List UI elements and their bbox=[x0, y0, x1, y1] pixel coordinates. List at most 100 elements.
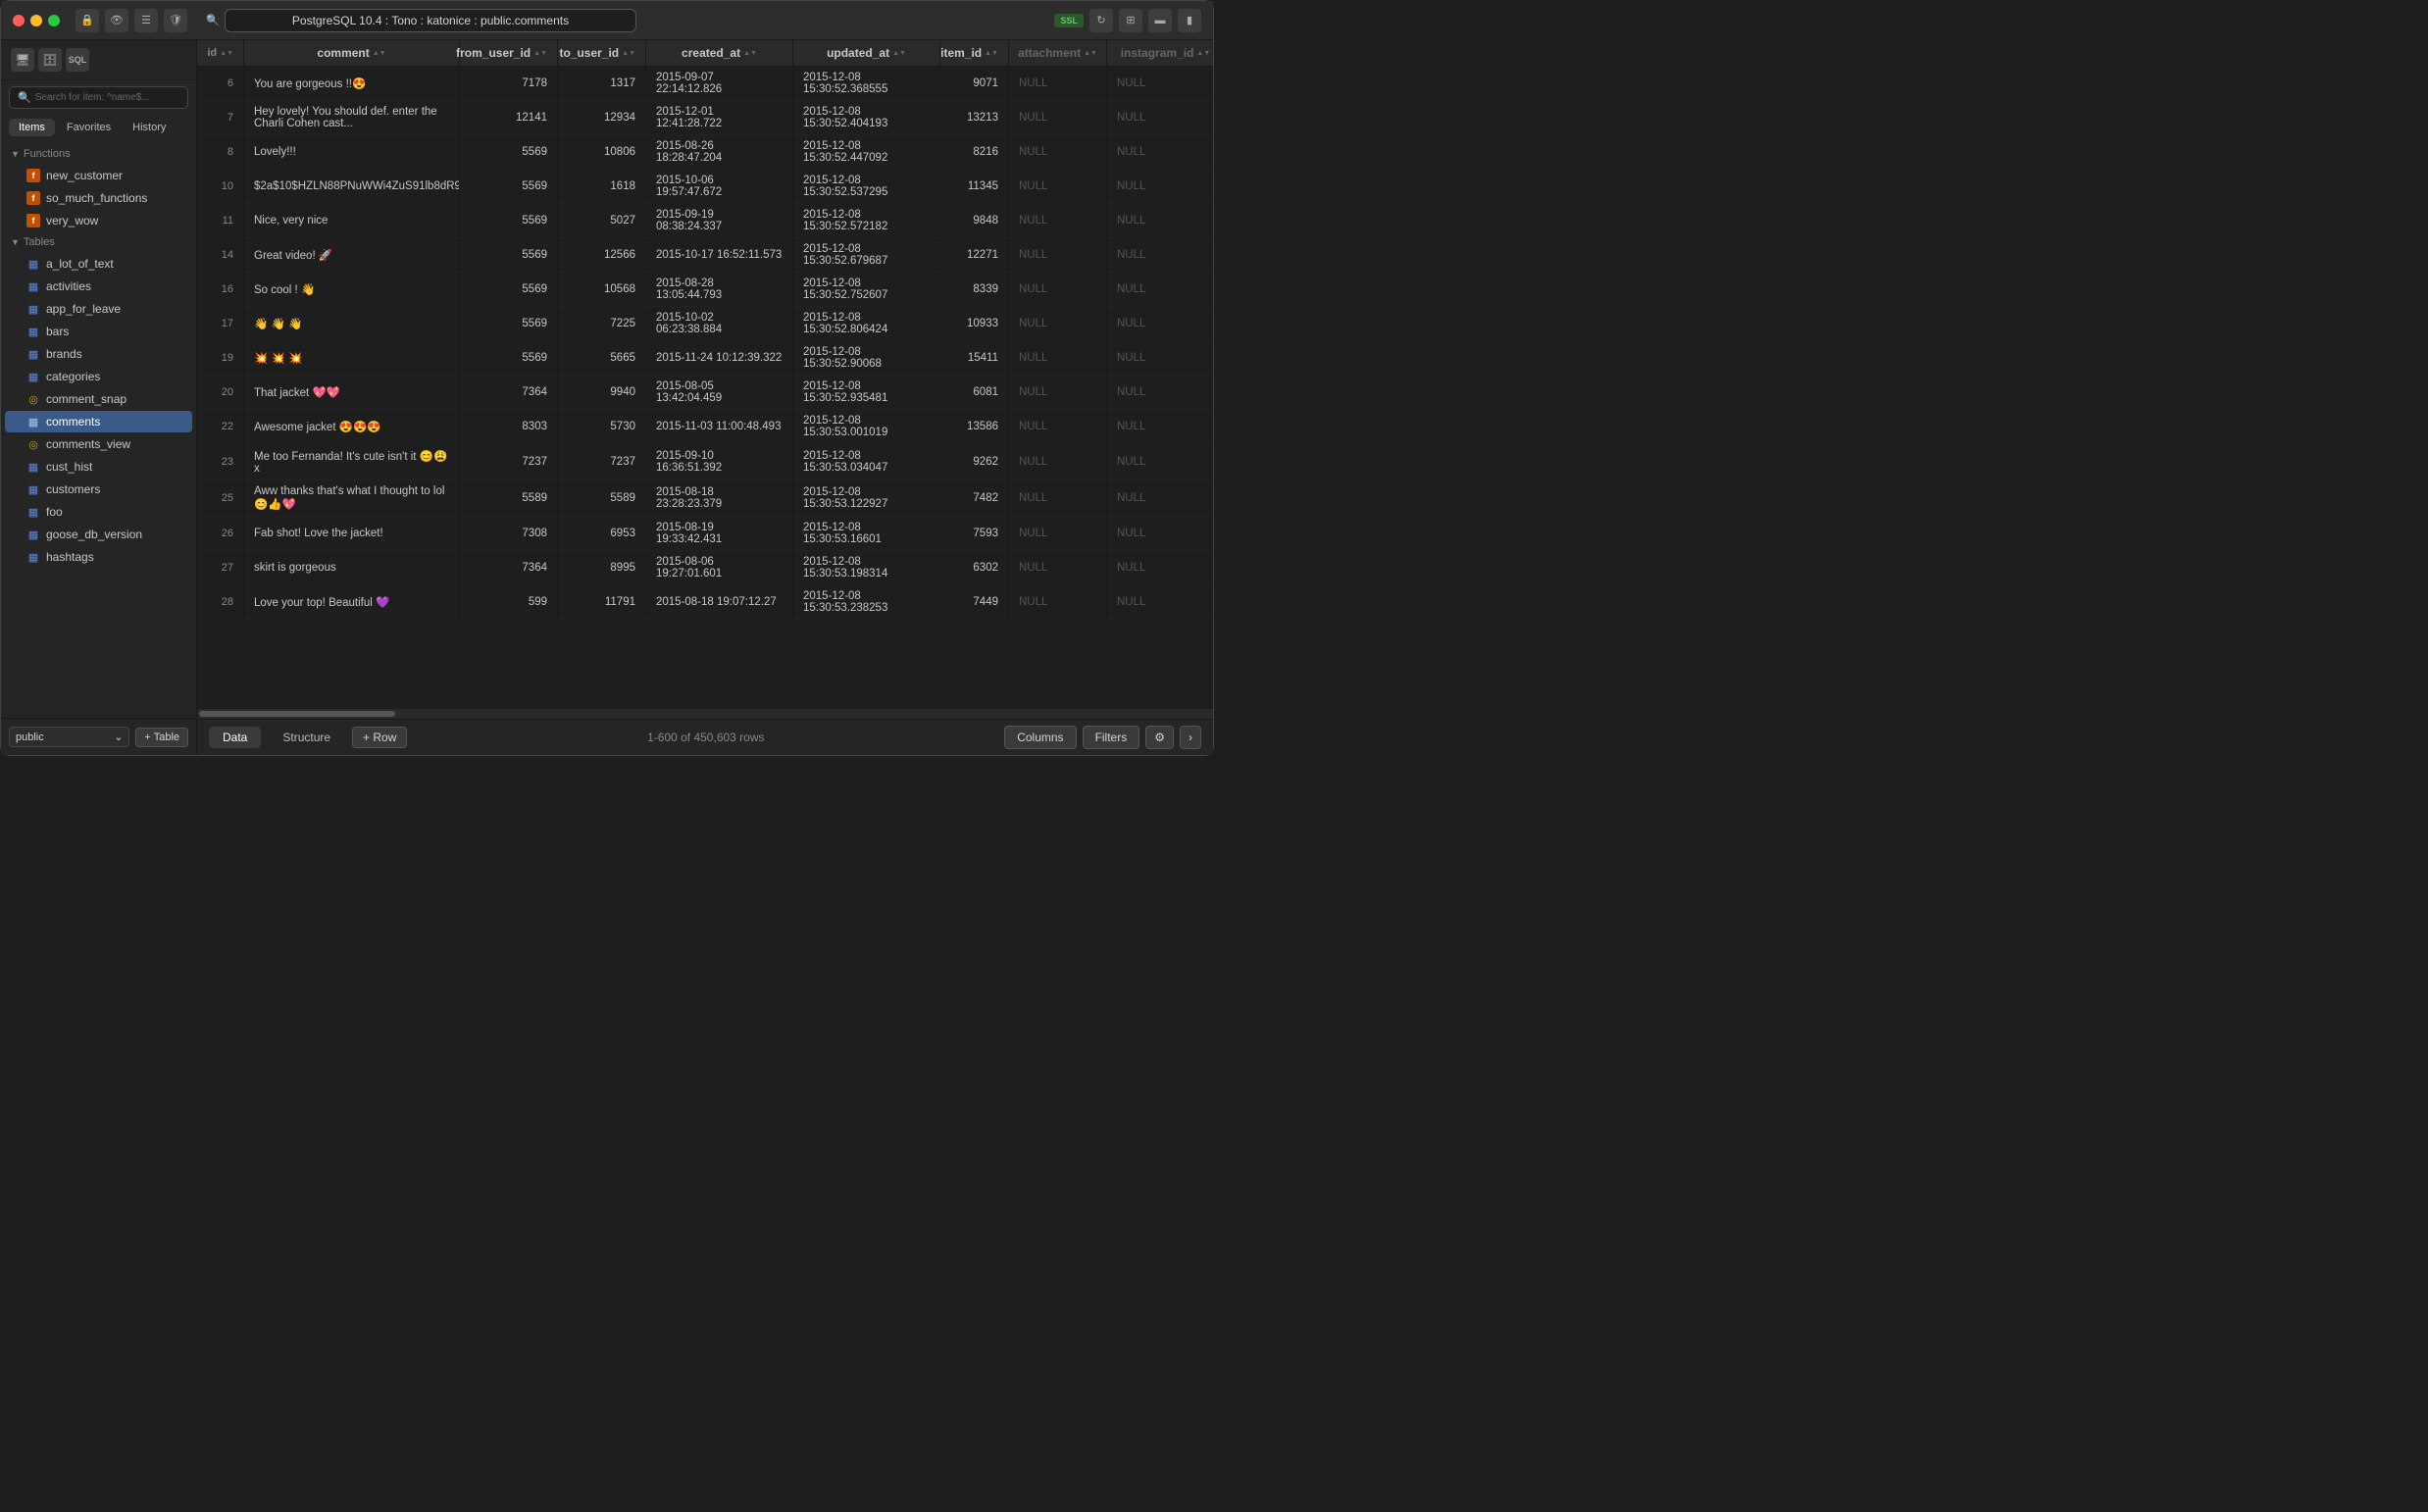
table-cell[interactable]: 13586 bbox=[940, 410, 1009, 443]
col-attachment[interactable]: attachment ▲▼ bbox=[1009, 40, 1107, 66]
table-cell[interactable]: 8303 bbox=[460, 410, 558, 443]
table-cell[interactable]: 2015-12-08 15:30:53.16601 bbox=[793, 517, 940, 550]
sort-arrows-from-user-id[interactable]: ▲▼ bbox=[533, 50, 547, 57]
table-cell[interactable]: 1317 bbox=[558, 67, 646, 100]
grid-button[interactable]: ⊞ bbox=[1119, 9, 1142, 32]
table-cell[interactable]: NULL bbox=[1009, 517, 1107, 550]
table-cell[interactable]: 10933 bbox=[940, 307, 1009, 340]
table-cell[interactable]: 2015-10-17 16:52:11.573 bbox=[646, 238, 793, 272]
sidebar-item-goose-db-version[interactable]: ▦ goose_db_version bbox=[5, 524, 192, 545]
table-row[interactable]: 20That jacket 💖💖736499402015-08-05 13:42… bbox=[197, 376, 1213, 410]
maximize-button[interactable] bbox=[48, 15, 60, 26]
table-cell[interactable]: 2015-12-08 15:30:53.198314 bbox=[793, 551, 940, 584]
table-cell[interactable]: 13213 bbox=[940, 101, 1009, 134]
table-cell[interactable]: NULL bbox=[1009, 551, 1107, 584]
table-cell[interactable]: 2015-12-01 12:41:28.722 bbox=[646, 101, 793, 134]
table-cell[interactable]: NULL bbox=[1107, 67, 1213, 100]
col-updated-at[interactable]: updated_at ▲▼ bbox=[793, 40, 940, 66]
table-cell[interactable]: 11791 bbox=[558, 585, 646, 619]
table-cell[interactable]: NULL bbox=[1107, 444, 1213, 479]
table-cell[interactable]: NULL bbox=[1009, 170, 1107, 203]
settings-button[interactable]: ⚙ bbox=[1145, 726, 1174, 749]
tables-section-header[interactable]: ▼ Tables bbox=[1, 232, 196, 252]
table-cell[interactable]: 10 bbox=[197, 170, 244, 203]
sort-arrows-attachment[interactable]: ▲▼ bbox=[1084, 50, 1097, 57]
table-cell[interactable]: NULL bbox=[1107, 170, 1213, 203]
table-cell[interactable]: 7 bbox=[197, 101, 244, 134]
table-cell[interactable]: 12141 bbox=[460, 101, 558, 134]
table-cell[interactable]: 2015-12-08 15:30:52.752607 bbox=[793, 273, 940, 306]
table-cell[interactable]: 5569 bbox=[460, 341, 558, 375]
tab-history[interactable]: History bbox=[123, 119, 176, 136]
sidebar-item-customers[interactable]: ▦ customers bbox=[5, 479, 192, 500]
sidebar-item-app-for-leave[interactable]: ▦ app_for_leave bbox=[5, 298, 192, 320]
table-cell[interactable]: 11345 bbox=[940, 170, 1009, 203]
table-cell[interactable]: 5569 bbox=[460, 170, 558, 203]
table-cell[interactable]: 7593 bbox=[940, 517, 1009, 550]
table-cell[interactable]: NULL bbox=[1009, 67, 1107, 100]
table-cell[interactable]: 14 bbox=[197, 238, 244, 272]
table-cell[interactable]: 25 bbox=[197, 480, 244, 516]
table-row[interactable]: 25Aww thanks that's what I thought to lo… bbox=[197, 480, 1213, 517]
close-button[interactable] bbox=[13, 15, 25, 26]
table-cell[interactable]: NULL bbox=[1107, 551, 1213, 584]
table-cell[interactable]: 5589 bbox=[460, 480, 558, 516]
layout-button-2[interactable]: ▮ bbox=[1178, 9, 1201, 32]
database-icon[interactable]: 🗄 bbox=[38, 48, 62, 72]
table-cell[interactable]: 2015-09-07 22:14:12.826 bbox=[646, 67, 793, 100]
table-cell[interactable]: 22 bbox=[197, 410, 244, 443]
sql-icon[interactable]: SQL bbox=[66, 48, 89, 72]
table-row[interactable]: 26Fab shot! Love the jacket!730869532015… bbox=[197, 517, 1213, 551]
search-icon[interactable]: 🔍 bbox=[201, 9, 225, 32]
table-cell[interactable]: NULL bbox=[1009, 444, 1107, 479]
table-cell[interactable]: Hey lovely! You should def. enter the Ch… bbox=[244, 101, 460, 134]
table-cell[interactable]: Love your top! Beautiful 💜 bbox=[244, 585, 460, 619]
minimize-button[interactable] bbox=[30, 15, 42, 26]
horizontal-scrollbar[interactable] bbox=[197, 709, 1213, 719]
sort-arrows-instagram-id[interactable]: ▲▼ bbox=[1196, 50, 1210, 57]
table-cell[interactable]: 20 bbox=[197, 376, 244, 409]
functions-section-header[interactable]: ▼ Functions bbox=[1, 144, 196, 164]
sort-arrows-item-id[interactable]: ▲▼ bbox=[985, 50, 998, 57]
table-cell[interactable]: Nice, very nice bbox=[244, 204, 460, 237]
table-cell[interactable]: 2015-12-08 15:30:52.935481 bbox=[793, 376, 940, 409]
table-cell[interactable]: Lovely!!! bbox=[244, 135, 460, 169]
col-id[interactable]: id ▲▼ bbox=[197, 40, 244, 66]
sort-arrows-updated-at[interactable]: ▲▼ bbox=[892, 50, 906, 57]
table-cell[interactable]: NULL bbox=[1107, 204, 1213, 237]
table-row[interactable]: 11Nice, very nice556950272015-09-19 08:3… bbox=[197, 204, 1213, 238]
table-cell[interactable]: 2015-08-28 13:05:44.793 bbox=[646, 273, 793, 306]
table-cell[interactable]: 15411 bbox=[940, 341, 1009, 375]
table-cell[interactable]: 8995 bbox=[558, 551, 646, 584]
sidebar-item-brands[interactable]: ▦ brands bbox=[5, 343, 192, 365]
table-cell[interactable]: 27 bbox=[197, 551, 244, 584]
table-cell[interactable]: 7308 bbox=[460, 517, 558, 550]
table-cell[interactable]: 5569 bbox=[460, 307, 558, 340]
sidebar-item-comments[interactable]: ▦ comments bbox=[5, 411, 192, 432]
table-row[interactable]: 27skirt is gorgeous736489952015-08-06 19… bbox=[197, 551, 1213, 585]
tab-structure[interactable]: Structure bbox=[269, 727, 344, 748]
table-cell[interactable]: 16 bbox=[197, 273, 244, 306]
table-cell[interactable]: $2a$10$HZLN88PNuWWi4ZuS91lb8dR98ljt0kblv… bbox=[244, 170, 460, 203]
table-cell[interactable]: 2015-08-06 19:27:01.601 bbox=[646, 551, 793, 584]
table-cell[interactable]: 5569 bbox=[460, 273, 558, 306]
table-cell[interactable]: NULL bbox=[1009, 480, 1107, 516]
table-cell[interactable]: NULL bbox=[1107, 135, 1213, 169]
layout-button-1[interactable]: ▬ bbox=[1148, 9, 1172, 32]
table-row[interactable]: 7Hey lovely! You should def. enter the C… bbox=[197, 101, 1213, 135]
col-to-user-id[interactable]: to_user_id ▲▼ bbox=[558, 40, 646, 66]
table-cell[interactable]: 2015-08-18 19:07:12.27 bbox=[646, 585, 793, 619]
sidebar-item-a-lot-of-text[interactable]: ▦ a_lot_of_text bbox=[5, 253, 192, 275]
table-cell[interactable]: 599 bbox=[460, 585, 558, 619]
sidebar-item-foo[interactable]: ▦ foo bbox=[5, 501, 192, 523]
table-row[interactable]: 23Me too Fernanda! It's cute isn't it 😊😩… bbox=[197, 444, 1213, 480]
table-cell[interactable]: NULL bbox=[1009, 273, 1107, 306]
table-cell[interactable]: 2015-12-08 15:30:53.238253 bbox=[793, 585, 940, 619]
next-page-button[interactable]: › bbox=[1180, 726, 1201, 749]
table-cell[interactable]: 7178 bbox=[460, 67, 558, 100]
sidebar-item-bars[interactable]: ▦ bars bbox=[5, 321, 192, 342]
table-cell[interactable]: 7237 bbox=[558, 444, 646, 479]
table-cell[interactable]: 2015-08-19 19:33:42.431 bbox=[646, 517, 793, 550]
sidebar-item-so-much-functions[interactable]: f so_much_functions bbox=[5, 187, 192, 209]
table-cell[interactable]: 7237 bbox=[460, 444, 558, 479]
